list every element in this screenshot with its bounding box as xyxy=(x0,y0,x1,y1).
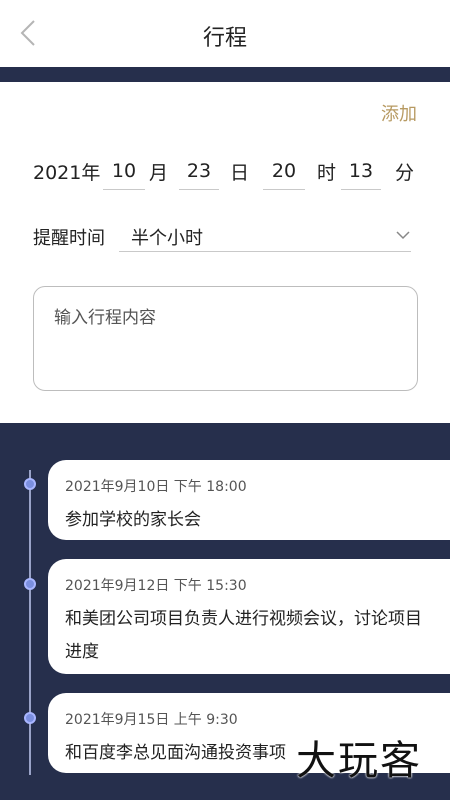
page-title: 行程 xyxy=(202,26,247,51)
timeline-line xyxy=(29,470,31,775)
reminder-select[interactable]: 半个小时 xyxy=(119,222,411,252)
month-field[interactable]: 10 xyxy=(103,156,145,190)
hour-unit: 时 xyxy=(317,162,337,184)
hour-field[interactable]: 20 xyxy=(263,156,305,190)
day-field[interactable]: 23 xyxy=(179,156,219,190)
chevron-down-icon xyxy=(396,231,410,240)
schedule-text: 参加学校的家长会 xyxy=(65,510,201,530)
header-divider xyxy=(0,67,450,82)
watermark-logo: 大玩客 xyxy=(296,738,422,784)
reminder-label: 提醒时间 xyxy=(33,228,105,249)
schedule-time: 2021年9月12日 下午 15:30 xyxy=(65,578,247,594)
month-unit: 月 xyxy=(149,162,169,184)
schedule-form: 添加 2021年 10 月 23 日 20 时 13 分 提醒时间 半个小时 输… xyxy=(0,82,450,423)
reminder-value: 半个小时 xyxy=(131,228,203,249)
year-label: 2021年 xyxy=(33,162,101,184)
timeline-dot xyxy=(24,478,36,490)
minute-unit: 分 xyxy=(395,162,415,184)
day-unit: 日 xyxy=(230,162,250,184)
schedule-card[interactable]: 2021年9月10日 下午 18:00 参加学校的家长会 xyxy=(48,460,450,540)
schedule-card[interactable]: 2021年9月12日 下午 15:30 和美团公司项目负责人进行视频会议，讨论项… xyxy=(48,559,450,674)
minute-field[interactable]: 13 xyxy=(341,156,381,190)
reminder-row: 提醒时间 半个小时 xyxy=(33,222,413,254)
content-placeholder: 输入行程内容 xyxy=(54,308,156,328)
date-time-row: 2021年 10 月 23 日 20 时 13 分 xyxy=(33,156,423,190)
header-bar: 行程 xyxy=(0,0,450,67)
schedule-text: 和美团公司项目负责人进行视频会议，讨论项目进度 xyxy=(65,609,422,662)
schedule-time: 2021年9月10日 下午 18:00 xyxy=(65,479,247,495)
timeline-dot xyxy=(24,712,36,724)
add-button[interactable]: 添加 xyxy=(381,100,417,126)
timeline-dot xyxy=(24,578,36,590)
content-input[interactable]: 输入行程内容 xyxy=(33,286,418,391)
schedule-time: 2021年9月15日 上午 9:30 xyxy=(65,712,238,728)
